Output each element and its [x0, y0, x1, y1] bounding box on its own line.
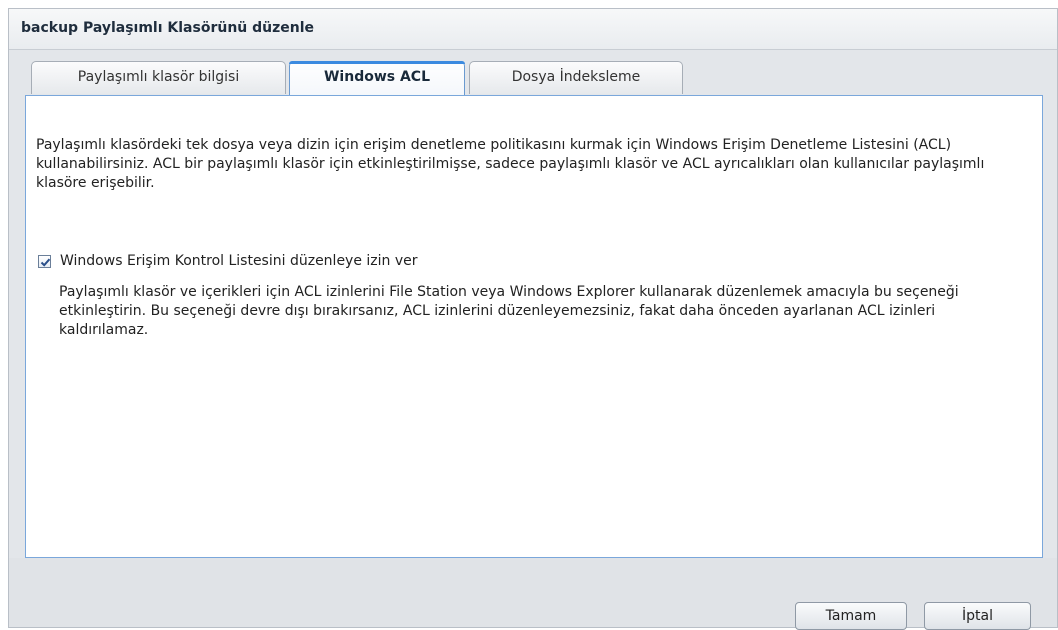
dialog-title: backup Paylaşımlı Klasörünü düzenle [21, 20, 315, 36]
cancel-button[interactable]: İptal [924, 602, 1031, 630]
acl-edit-checkbox[interactable] [38, 254, 51, 268]
tab-label: Paylaşımlı klasör bilgisi [77, 69, 240, 85]
acl-description: Paylaşımlı klasördeki tek dosya veya diz… [36, 137, 985, 191]
active-tab-indicator [289, 61, 465, 64]
ok-button[interactable]: Tamam [795, 602, 907, 630]
checkmark-icon [40, 258, 51, 267]
dialog-titlebar[interactable]: backup Paylaşımlı Klasörünü düzenle [9, 9, 1057, 50]
tab-label: Windows ACL [323, 69, 431, 85]
acl-edit-checkbox-label[interactable]: Windows Erişim Kontrol Listesini düzenle… [60, 253, 418, 269]
tab-label: Dosya İndeksleme [511, 69, 641, 85]
acl-edit-help-text: Paylaşımlı klasör ve içerikleri için ACL… [59, 284, 959, 338]
tab-content-panel: Paylaşımlı klasördeki tek dosya veya diz… [25, 95, 1043, 558]
tab-shared-folder-info[interactable]: Paylaşımlı klasör bilgisi [31, 61, 286, 94]
tab-windows-acl[interactable]: Windows ACL [289, 61, 465, 96]
acl-edit-option[interactable]: Windows Erişim Kontrol Listesini düzenle… [38, 252, 418, 270]
dialog-footer: Tamam İptal [9, 558, 1057, 630]
tab-file-indexing[interactable]: Dosya İndeksleme [469, 61, 683, 94]
edit-shared-folder-dialog: backup Paylaşımlı Klasörünü düzenle Payl… [8, 8, 1058, 630]
